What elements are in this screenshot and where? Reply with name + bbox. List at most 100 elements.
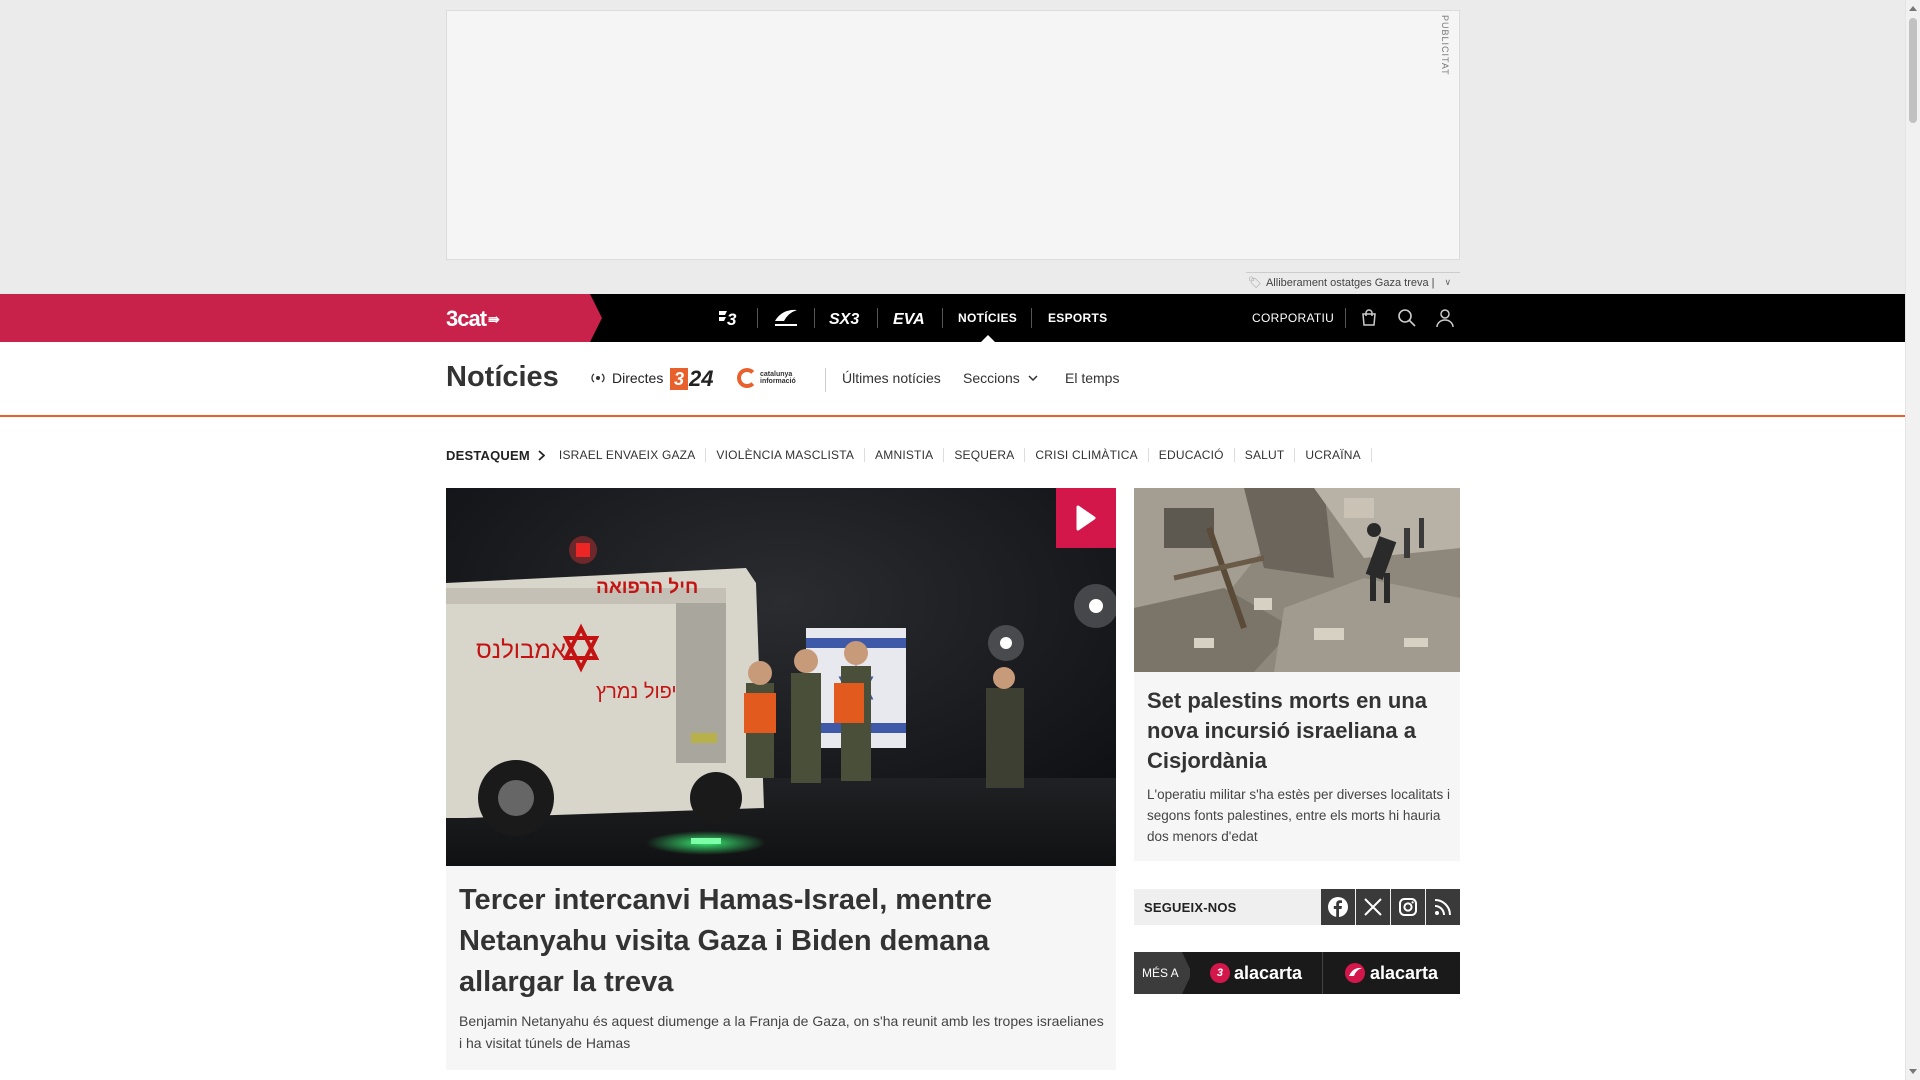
x-link[interactable] [1356,889,1390,925]
directes-link[interactable]: Directes [590,370,663,386]
svg-text:3: 3 [727,310,737,328]
brand-arrow-icon: ⇛ [488,310,500,327]
seccions-label: Seccions [963,370,1020,386]
topic-tag[interactable]: ISRAEL ENVAEIX GAZA [559,448,707,462]
ci-disc-icon [737,368,757,388]
tv3-alacarta-badge: 3 [1209,963,1230,983]
divider [757,308,758,328]
scroll-up-arrow-icon[interactable] [1909,6,1917,11]
play-icon [1076,505,1096,531]
instagram-link[interactable] [1391,889,1425,925]
mes-a-label: MÉS A [1134,952,1190,994]
rss-link[interactable] [1426,889,1460,925]
seccions-dropdown[interactable]: Seccions [963,370,1038,386]
side-article-card[interactable]: Set palestins morts en una nova incursió… [1134,488,1460,861]
324-number: 24 [689,366,714,391]
topic-tag[interactable]: UCRAÏNA [1295,448,1372,462]
ad-search-hint[interactable]: 🏷︎ Alliberament ostatges Gaza treva | ∨ [1246,272,1460,292]
catradio-channel-link[interactable] [766,294,806,342]
brand-text: 3cat [446,306,487,331]
ambulance-night-photo: חיל הרפואה אמבולנס טיפול נמרץ [446,488,1116,866]
ambulance-text: חיל הרפואה [596,577,698,598]
ci-line-2: informació [760,378,796,385]
nav-corporatiu[interactable]: CORPORATIU [1252,294,1334,342]
brand-band [0,294,602,342]
ci-line-1: catalunya [760,371,793,378]
directes-label: Directes [612,370,664,386]
shopping-bag-icon[interactable] [1359,308,1379,328]
divider [877,308,878,328]
ambulance-text: טיפול נמרץ [596,681,690,703]
facebook-link[interactable] [1321,889,1355,925]
nav-noticies[interactable]: NOTÍCIES [958,294,1017,342]
topic-tag[interactable]: SEQUERA [944,448,1026,462]
sx3-channel-link[interactable]: SX3 [822,294,870,342]
nav-esports[interactable]: ESPORTS [1048,294,1107,342]
divider [814,308,815,328]
el-temps-link[interactable]: El temps [1065,370,1119,386]
user-icon[interactable] [1435,308,1455,328]
page-scrollbar[interactable] [1905,0,1920,1080]
chevron-right-icon [538,449,545,461]
tag-icon: 🏷︎ [1248,277,1262,289]
topic-tag[interactable]: SALUT [1235,448,1296,462]
instagram-icon [1399,898,1417,916]
follow-us-label: SEGUEIX-NOS [1144,899,1237,915]
rubble-photo [1134,488,1460,672]
divider [825,368,826,392]
live-broadcast-icon [591,373,605,383]
ad-label: PUBLICITAT [1440,15,1450,76]
side-article-image[interactable] [1134,488,1460,672]
side-article-lead: L'operatiu militar s'ha estès per divers… [1147,787,1451,844]
top-navigation-bar: 3cat ⇛ 3 SX3 EVA NOTÍCIES ESPORTS CORPOR… [0,294,1905,342]
svg-text:SX3: SX3 [829,311,859,327]
main-article-title[interactable]: Tercer intercanvi Hamas-Israel, mentre N… [459,880,1099,1003]
destaquem-text: DESTAQUEM [446,447,530,463]
destaquem-label: DESTAQUEM [446,448,545,463]
section-header: Notícies Directes 3 24 catalunya informa… [0,342,1905,417]
tv3-alacarta-link[interactable]: 3 alacarta [1190,952,1322,994]
tv3-channel-link[interactable]: 3 [712,294,748,342]
eva-icon: EVA [893,311,925,327]
catradio-badge-icon [1344,963,1365,983]
chevron-down-icon: ∨ [1444,277,1452,287]
rss-icon [1434,899,1451,916]
main-article-lead: Benjamin Netanyahu és aquest diumenge a … [459,1013,1104,1051]
section-title[interactable]: Notícies [446,361,559,394]
ad-slot[interactable] [446,10,1460,260]
ad-hint-text: Alliberament ostatges Gaza treva | [1265,276,1435,289]
ultimes-noticies-link[interactable]: Últimes notícies [842,370,941,386]
catalunya-informacio-logo[interactable]: catalunya informació [737,368,796,388]
catradio-icon [775,309,797,326]
divider [942,308,943,328]
facebook-icon [1328,897,1348,917]
chevron-down-icon [1028,375,1038,381]
ci-logo-text: catalunya informació [760,371,796,385]
play-video-button[interactable] [1056,488,1116,548]
divider [1345,308,1346,328]
svg-text:EVA: EVA [893,311,925,327]
side-article-title[interactable]: Set palestins morts en una nova incursió… [1147,686,1447,776]
x-icon [1364,898,1382,916]
mes-a-alacarta-bar: MÉS A 3 alacarta alacarta [1134,952,1460,994]
tv3-alacarta-label: alacarta [1233,962,1303,983]
3cat-logo[interactable]: 3cat ⇛ [446,306,500,332]
scrollbar-thumb[interactable] [1909,18,1917,123]
advertisement-area: PUBLICITAT 🏷︎ Alliberament ostatges Gaza… [0,0,1905,294]
eva-channel-link[interactable]: EVA [886,294,934,342]
topic-tag[interactable]: VIOLÈNCIA MASCLISTA [706,448,866,462]
follow-us-bar: SEGUEIX-NOS [1134,889,1460,925]
catradio-alacarta-link[interactable]: alacarta [1323,952,1459,994]
destaquem-bar: DESTAQUEM ISRAEL ENVAEIX GAZA VIOLÈNCIA … [446,445,1372,465]
topic-tag[interactable]: EDUCACIÓ [1149,448,1235,462]
topic-tag[interactable]: AMNISTIA [865,448,945,462]
scroll-down-arrow-icon[interactable] [1909,1069,1917,1074]
topic-tag[interactable]: CRISI CLIMÀTICA [1025,448,1149,462]
catradio-alacarta-label: alacarta [1369,962,1439,983]
ambulance-text: אמבולנס [476,637,566,664]
main-article-card[interactable]: חיל הרפואה אמבולנס טיפול נמרץ Tercer int… [446,488,1116,1070]
tv3-icon: 3 [719,310,737,328]
main-article-image[interactable]: חיל הרפואה אמבולנס טיפול נמרץ [446,488,1116,866]
324-logo[interactable]: 3 24 [670,366,713,392]
search-icon[interactable] [1397,308,1417,328]
